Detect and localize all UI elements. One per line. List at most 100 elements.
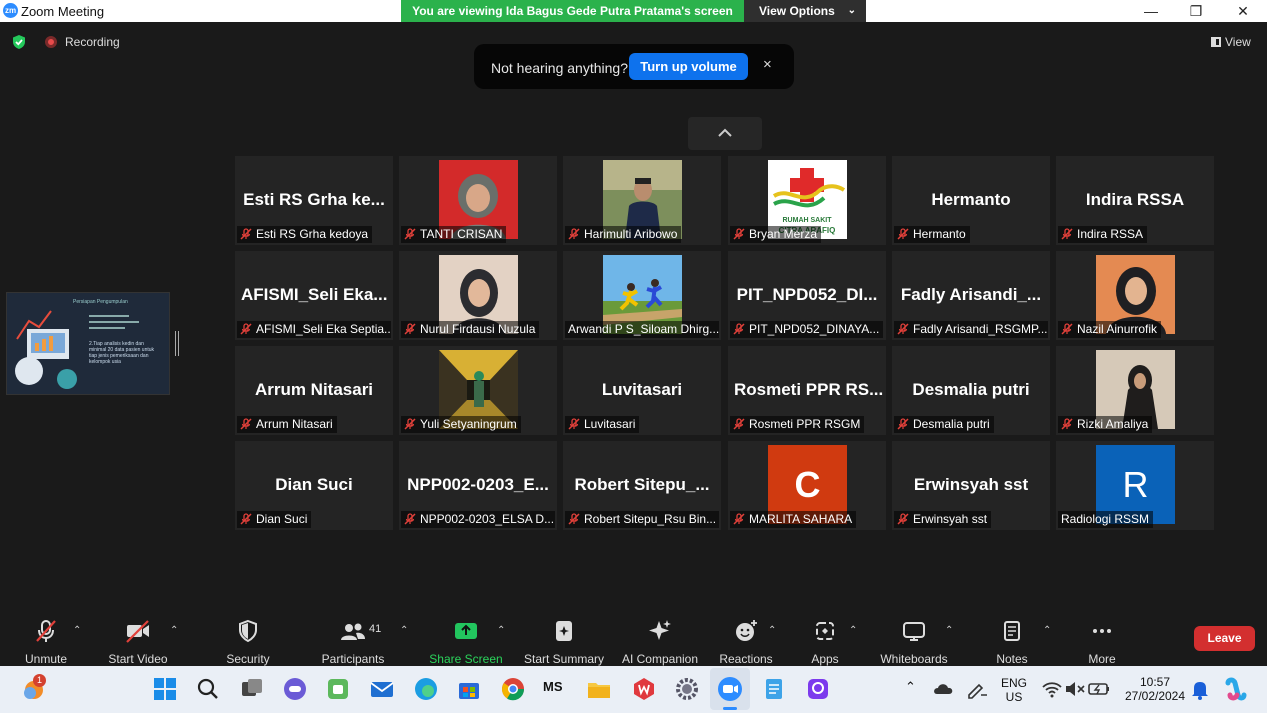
zoom-taskbar-icon[interactable] bbox=[716, 675, 744, 703]
participant-name-label: TANTI CRISAN bbox=[401, 226, 507, 243]
notes-caret-icon[interactable]: ⌃ bbox=[1043, 625, 1053, 636]
slide-line bbox=[89, 327, 125, 329]
participant-tile[interactable]: Fadly Arisandi_... Fadly Arisandi_RSGMP..… bbox=[892, 251, 1050, 340]
participant-tile[interactable]: Hermanto Hermanto bbox=[892, 156, 1050, 245]
chat-app-icon[interactable] bbox=[281, 675, 309, 703]
participant-display-name: Indira RSSA bbox=[1085, 190, 1185, 209]
participant-tile[interactable]: Rosmeti PPR RS... Rosmeti PPR RSGM bbox=[728, 346, 886, 435]
reactions-caret-icon[interactable]: ⌃ bbox=[768, 625, 778, 636]
participant-tile[interactable]: Nazil Ainurrofik bbox=[1056, 251, 1214, 340]
muted-mic-icon bbox=[733, 513, 745, 525]
leave-button[interactable]: Leave bbox=[1194, 626, 1255, 651]
windows-start-icon[interactable] bbox=[151, 675, 179, 703]
collapse-gallery-button[interactable] bbox=[688, 117, 762, 150]
participant-tile[interactable]: Desmalia putri Desmalia putri bbox=[892, 346, 1050, 435]
minimize-button[interactable]: — bbox=[1128, 0, 1174, 22]
participant-tile[interactable]: Indira RSSA Indira RSSA bbox=[1056, 156, 1214, 245]
participant-tile[interactable]: Esti RS Grha ke... Esti RS Grha kedoya bbox=[235, 156, 393, 245]
search-icon[interactable] bbox=[194, 675, 222, 703]
participant-tile[interactable]: Arwandi P S_Siloam Dhirg... bbox=[563, 251, 721, 340]
participant-name: Hermanto bbox=[913, 227, 966, 241]
store-icon[interactable] bbox=[455, 675, 483, 703]
close-window-button[interactable]: ✕ bbox=[1220, 0, 1266, 22]
participant-tile[interactable]: RUMAH SAKITCITRA ARAFIQBryan Merza bbox=[728, 156, 886, 245]
battery-charging-icon[interactable] bbox=[1085, 675, 1113, 703]
participant-name: Indira RSSA bbox=[1077, 227, 1144, 241]
android-app-icon[interactable] bbox=[324, 675, 352, 703]
pdf-app-icon[interactable] bbox=[804, 675, 832, 703]
participant-tile[interactable]: RRRadiologi RSSM bbox=[1056, 441, 1214, 530]
recording-label[interactable]: Recording bbox=[65, 35, 120, 49]
participant-name: Esti RS Grha kedoya bbox=[256, 227, 369, 241]
share-options-caret-icon[interactable]: ⌃ bbox=[497, 625, 507, 636]
participants-icon bbox=[341, 623, 365, 640]
share-screen-label: Share Screen bbox=[429, 652, 503, 666]
mail-icon[interactable] bbox=[368, 675, 396, 703]
edge-browser-icon[interactable] bbox=[412, 675, 440, 703]
settings-gear-icon[interactable] bbox=[673, 675, 701, 703]
participant-display-name: Luvitasari bbox=[601, 380, 683, 399]
input-language[interactable]: ENG US bbox=[998, 676, 1030, 704]
start-video-button[interactable]: Start Video bbox=[104, 618, 172, 666]
wps-office-icon[interactable] bbox=[630, 675, 658, 703]
shared-screen-thumbnail[interactable]: Persiapan Pengumpulan 2.Tiap analisis ke… bbox=[6, 292, 170, 395]
view-button[interactable]: View bbox=[1211, 35, 1251, 49]
reactions-button[interactable]: Reactions bbox=[717, 618, 775, 666]
ms-app-icon[interactable]: MS bbox=[543, 680, 563, 694]
video-off-icon bbox=[126, 620, 149, 643]
apps-button[interactable]: Apps bbox=[805, 618, 845, 666]
audio-options-caret-icon[interactable]: ⌃ bbox=[73, 625, 83, 636]
tray-overflow-icon[interactable]: ⌃ bbox=[905, 680, 916, 694]
participant-tile[interactable]: Rizki Amaliya bbox=[1056, 346, 1214, 435]
participant-tile[interactable]: Robert Sitepu_... Robert Sitepu_Rsu Bin..… bbox=[563, 441, 721, 530]
participant-tile[interactable]: TANTI CRISAN bbox=[399, 156, 557, 245]
pen-input-icon[interactable] bbox=[963, 675, 991, 703]
toast-close-icon[interactable]: × bbox=[763, 56, 772, 73]
participant-tile[interactable]: Luvitasari Luvitasari bbox=[563, 346, 721, 435]
participant-name: Rizki Amaliya bbox=[1077, 417, 1149, 431]
view-options-button[interactable]: View Options ⌄ bbox=[744, 0, 866, 22]
participants-caret-icon[interactable]: ⌃ bbox=[400, 625, 410, 636]
participant-tile[interactable]: Arrum Nitasari Arrum Nitasari bbox=[235, 346, 393, 435]
participant-display-name: Fadly Arisandi_... bbox=[900, 285, 1042, 304]
participant-tile[interactable]: Yuli Setyaningrum bbox=[399, 346, 557, 435]
onedrive-cloud-icon[interactable] bbox=[930, 675, 958, 703]
maximize-button[interactable]: ❐ bbox=[1173, 0, 1219, 22]
participant-tile[interactable]: PIT_NPD052_DI... PIT_NPD052_DINAYA... bbox=[728, 251, 886, 340]
whiteboards-button[interactable]: Whiteboards bbox=[874, 618, 954, 666]
notepad-icon[interactable] bbox=[760, 675, 788, 703]
notes-button[interactable]: Notes bbox=[990, 618, 1034, 666]
participant-tile[interactable]: Harimulti Aribowo bbox=[563, 156, 721, 245]
participant-tile[interactable]: AFISMI_Seli Eka... AFISMI_Seli Eka Septia… bbox=[235, 251, 393, 340]
view-options-label: View Options bbox=[759, 4, 835, 18]
participant-name: Luvitasari bbox=[584, 417, 636, 431]
whiteboards-caret-icon[interactable]: ⌃ bbox=[945, 625, 955, 636]
participant-name: Nurul Firdausi Nuzula bbox=[420, 322, 536, 336]
unmute-button[interactable]: Unmute bbox=[18, 618, 74, 666]
thumbnail-resize-handle[interactable] bbox=[175, 331, 179, 356]
task-view-icon[interactable] bbox=[238, 675, 266, 703]
participant-tile[interactable]: Dian Suci Dian Suci bbox=[235, 441, 393, 530]
chrome-icon[interactable] bbox=[499, 675, 527, 703]
file-explorer-icon[interactable] bbox=[585, 675, 613, 703]
video-options-caret-icon[interactable]: ⌃ bbox=[170, 625, 180, 636]
encryption-shield-icon[interactable] bbox=[11, 34, 27, 50]
notification-bell-icon[interactable] bbox=[1186, 675, 1214, 703]
participant-tile[interactable]: NPP002-0203_E... NPP002-0203_ELSA D... bbox=[399, 441, 557, 530]
copilot-icon[interactable] bbox=[1222, 675, 1250, 703]
participant-tile[interactable]: CCMARLITA SAHARA bbox=[728, 441, 886, 530]
muted-mic-icon bbox=[1061, 323, 1073, 335]
apps-caret-icon[interactable]: ⌃ bbox=[849, 625, 859, 636]
turn-up-volume-button[interactable]: Turn up volume bbox=[629, 53, 748, 80]
more-button[interactable]: More bbox=[1080, 618, 1124, 666]
clock[interactable]: 10:57 27/02/2024 bbox=[1117, 675, 1193, 703]
ai-companion-button[interactable]: AI Companion bbox=[617, 618, 703, 666]
share-screen-button[interactable]: Share Screen bbox=[428, 618, 504, 666]
participant-display-name: AFISMI_Seli Eka... bbox=[241, 285, 388, 304]
start-summary-button[interactable]: Start Summary bbox=[520, 618, 608, 666]
security-button[interactable]: Security bbox=[222, 618, 274, 666]
participant-tile[interactable]: Erwinsyah sst Erwinsyah sst bbox=[892, 441, 1050, 530]
participant-tile[interactable]: Nurul Firdausi Nuzula bbox=[399, 251, 557, 340]
participant-display-name: Arrum Nitasari bbox=[254, 380, 374, 399]
whiteboard-icon bbox=[903, 622, 925, 641]
